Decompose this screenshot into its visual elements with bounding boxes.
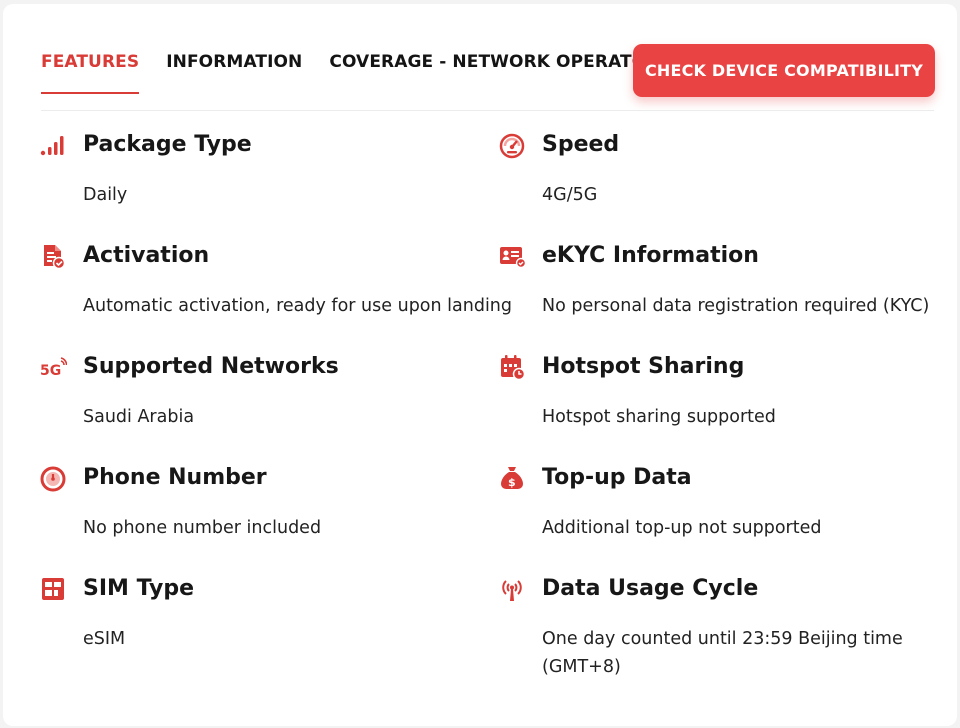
- feature-value: eSIM: [83, 629, 126, 649]
- svg-text:5G: 5G: [40, 363, 61, 379]
- feature-title: Package Type: [83, 132, 252, 157]
- feature-title: Data Usage Cycle: [542, 576, 759, 601]
- feature-title: Phone Number: [83, 465, 267, 490]
- money-bag-icon: $: [497, 463, 527, 493]
- tab-divider: [41, 110, 934, 111]
- feature-title: SIM Type: [83, 576, 194, 601]
- feature-title: Activation: [83, 243, 210, 268]
- feature-value: No personal data registration required (…: [542, 296, 930, 316]
- feature-value: One day counted until 23:59 Beijing time…: [542, 629, 903, 677]
- feature-value: Additional top-up not supported: [542, 518, 822, 538]
- feature-value: Daily: [83, 185, 128, 205]
- product-details-card: FEATURES INFORMATION COVERAGE - NETWORK …: [3, 4, 957, 726]
- tab-information[interactable]: INFORMATION: [166, 52, 302, 94]
- feature-title: Hotspot Sharing: [542, 354, 745, 379]
- feature-title: Speed: [542, 132, 620, 157]
- feature-value: Hotspot sharing supported: [542, 407, 776, 427]
- check-device-compatibility-button[interactable]: CHECK DEVICE COMPATIBILITY: [633, 44, 935, 97]
- document-check-icon: [38, 241, 68, 271]
- feature-value: No phone number included: [83, 518, 322, 538]
- sim-card-icon: [38, 574, 68, 604]
- calendar-clock-icon: [497, 352, 527, 382]
- feature-value: Automatic activation, ready for use upon…: [83, 296, 513, 316]
- 5g-icon: 5G: [38, 352, 68, 382]
- tab-features[interactable]: FEATURES: [41, 52, 140, 94]
- svg-text:$: $: [508, 476, 516, 489]
- tab-bar: FEATURES INFORMATION COVERAGE - NETWORK …: [41, 52, 672, 100]
- id-card-icon: [497, 241, 527, 271]
- feature-title: Top-up Data: [542, 465, 692, 490]
- timer-icon: [38, 463, 68, 493]
- signal-bars-icon: [38, 130, 68, 160]
- feature-title: eKYC Information: [542, 243, 759, 268]
- feature-title: Supported Networks: [83, 354, 339, 379]
- tab-coverage-network-operators[interactable]: COVERAGE - NETWORK OPERATORS: [329, 52, 671, 94]
- antenna-icon: [497, 574, 527, 604]
- feature-value: 4G/5G: [542, 185, 598, 205]
- feature-value: Saudi Arabia: [83, 407, 195, 427]
- speedometer-icon: [497, 130, 527, 160]
